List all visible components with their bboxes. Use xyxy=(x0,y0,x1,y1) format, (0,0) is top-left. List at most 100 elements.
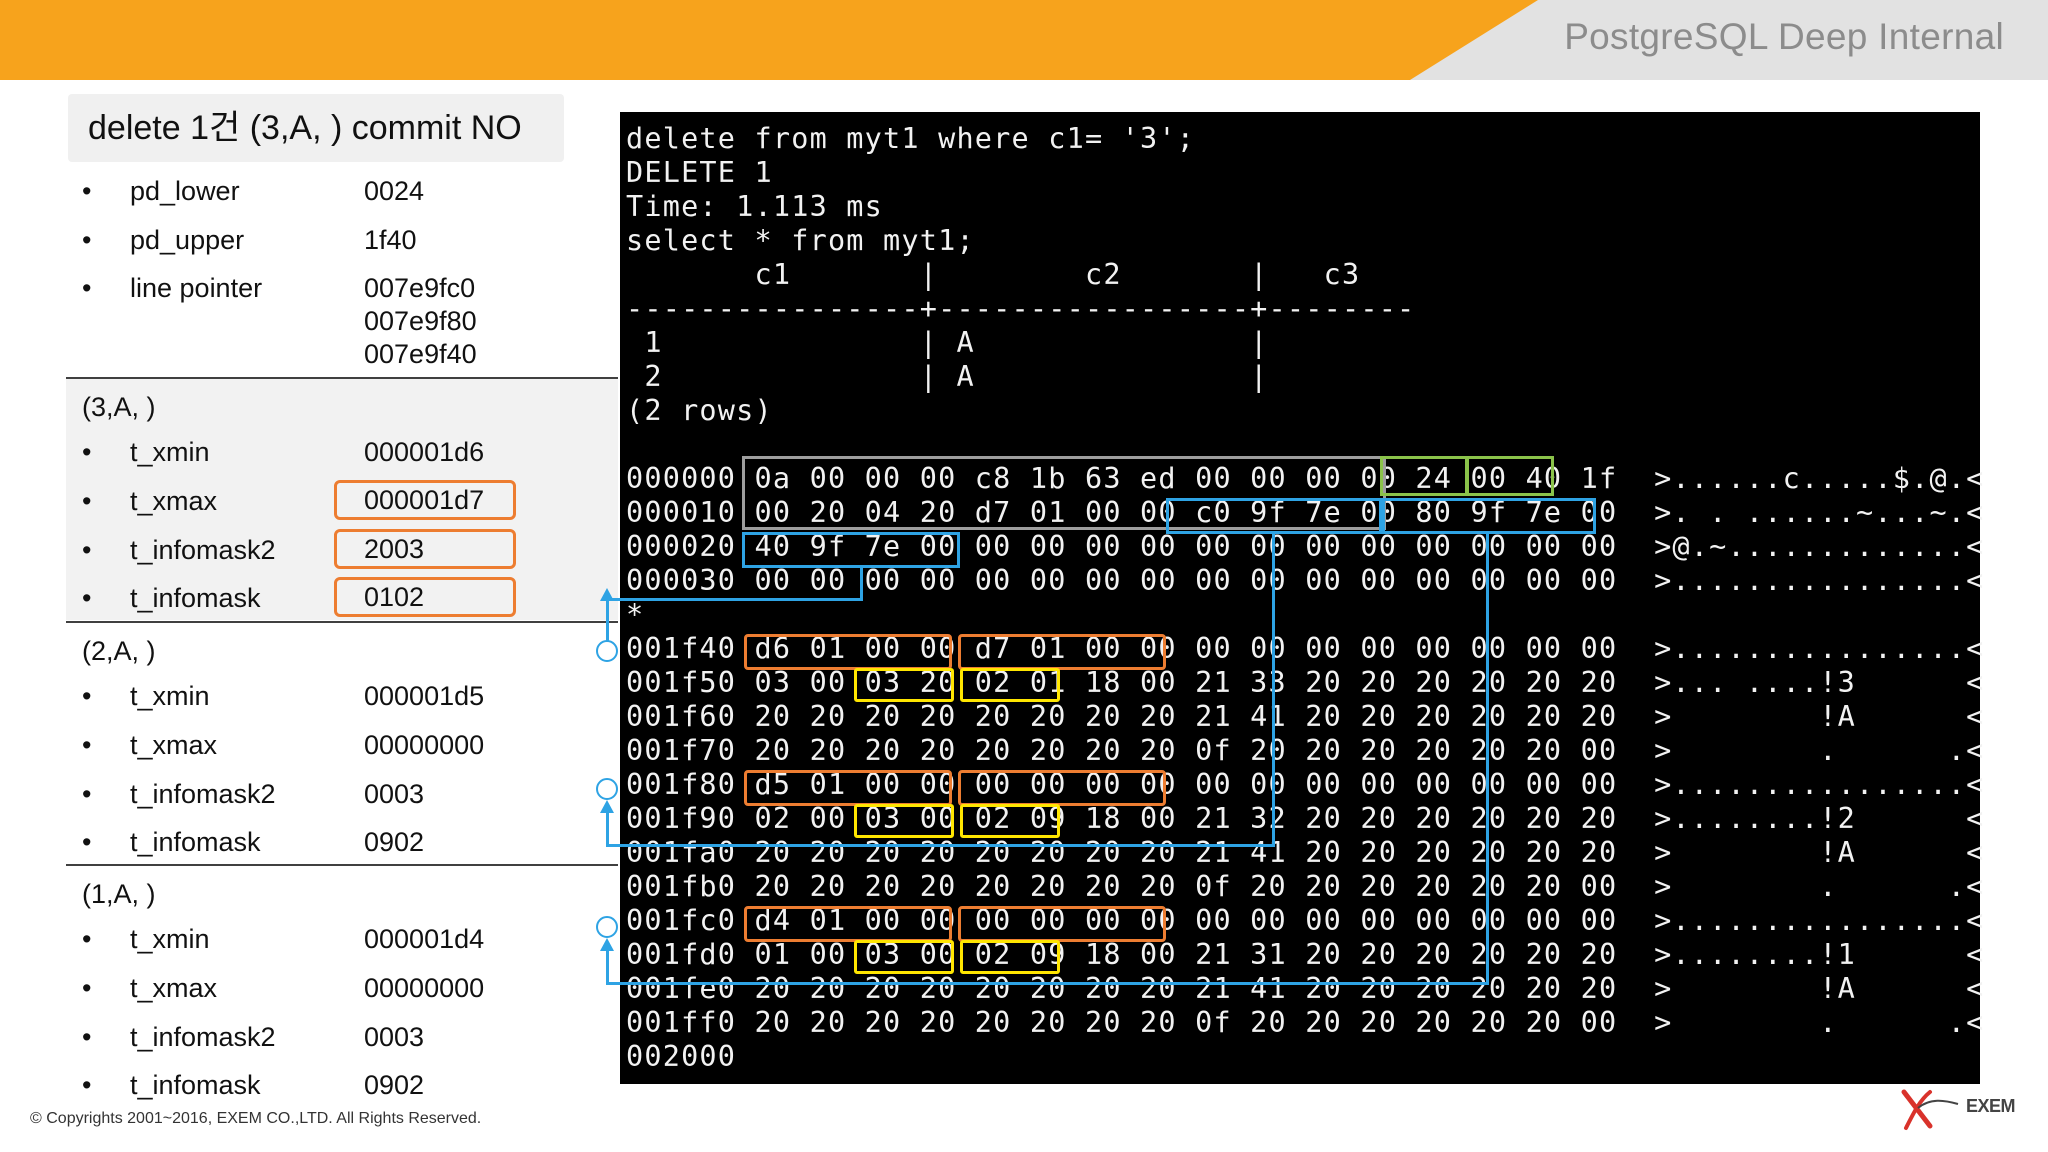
bullet: • xyxy=(82,225,92,255)
terminal-line: DELETE 1 xyxy=(626,156,773,189)
row-label: pd_upper xyxy=(130,225,245,255)
line-pointer-value-3: 007e9f40 xyxy=(364,339,477,369)
tuple-3-head: (3,A, ) xyxy=(66,374,618,434)
hex-line: 001f80 d5 01 00 00 00 00 00 00 00 00 00 … xyxy=(626,768,1985,801)
row-label: t_infomask2 xyxy=(130,535,276,565)
pointer-arrow-icon xyxy=(600,588,614,601)
hex-line: 001f90 02 00 03 00 02 09 18 00 21 32 20 … xyxy=(626,802,1985,835)
highlighted-value: 2003 xyxy=(334,529,516,569)
hex-line: 000010 00 20 04 20 d7 01 00 00 c0 9f 7e … xyxy=(626,496,1985,529)
terminal-window: delete from myt1 where c1= '3'; DELETE 1… xyxy=(606,112,1983,1084)
row-value: 0024 xyxy=(364,176,425,206)
bullet: • xyxy=(82,827,92,857)
case-title: delete 1건 (3,A, ) commit NO xyxy=(68,94,564,162)
bullet: • xyxy=(82,176,92,206)
row-label: t_infomask xyxy=(130,1070,261,1100)
row-label: pd_lower xyxy=(130,176,240,206)
terminal-line: (2 rows) xyxy=(626,394,773,427)
bullet: • xyxy=(82,535,92,565)
hex-line: 001f50 03 00 03 20 02 01 18 00 21 33 20 … xyxy=(626,666,1985,699)
line-pointer-value-1: 007e9fc0 xyxy=(364,273,476,303)
row-value: 000001d4 xyxy=(364,924,485,954)
row-value: 000001d5 xyxy=(364,681,485,711)
row-label: t_infomask2 xyxy=(130,1022,276,1052)
hex-line: 001f60 20 20 20 20 20 20 20 20 21 41 20 … xyxy=(626,700,1985,733)
row-label: t_xmin xyxy=(130,924,210,954)
highlighted-value: 000001d7 xyxy=(334,480,516,520)
terminal-line: 2 | A | xyxy=(626,360,1269,393)
tuple-3-xmax-row: • t_xmax 000001d7 xyxy=(66,480,618,535)
pointer-line xyxy=(606,844,1275,847)
terminal-line: ----------------+-----------------+-----… xyxy=(626,292,1416,325)
terminal-line: c1 | c2 | c3 xyxy=(626,258,1361,291)
copyright-footer: © Copyrights 2001~2016, EXEM CO.,LTD. Al… xyxy=(30,1110,482,1127)
pointer-target-icon xyxy=(596,916,618,938)
hex-line: 000000 0a 00 00 00 c8 1b 63 ed 00 00 00 … xyxy=(626,462,1985,495)
row-label: t_xmax xyxy=(130,486,218,516)
row-value: 0003 xyxy=(364,779,425,809)
slide-title: PostgreSQL Deep Internal xyxy=(1564,16,2004,57)
terminal-line: Time: 1.113 ms xyxy=(626,190,884,223)
bullet: • xyxy=(82,437,92,467)
tuple-1-xmin-row: • t_xmin 000001d4 xyxy=(66,924,618,973)
row-label: t_infomask xyxy=(130,583,261,613)
row-label: line pointer xyxy=(130,273,263,303)
line-pointer-row: • line pointer 007e9fc0 007e9f80 007e9f4… xyxy=(66,273,618,383)
tuple-2-infomask2-row: • t_infomask2 0003 xyxy=(66,779,618,828)
pointer-line xyxy=(606,598,863,601)
bullet: • xyxy=(82,273,92,303)
tuple-1-infomask2-row: • t_infomask2 0003 xyxy=(66,1022,618,1071)
bullet: • xyxy=(82,486,92,516)
exem-logo-text: EXEM xyxy=(1966,1096,2016,1116)
hex-line: 001fc0 d4 01 00 00 00 00 00 00 00 00 00 … xyxy=(626,904,1985,937)
row-label: t_infomask xyxy=(130,827,261,857)
tuple-name: (3,A, ) xyxy=(82,392,156,422)
pointer-target-icon xyxy=(596,640,618,662)
bullet: • xyxy=(82,973,92,1003)
row-label: t_xmax xyxy=(130,730,218,760)
hex-line: 001ff0 20 20 20 20 20 20 20 20 0f 20 20 … xyxy=(626,1006,1985,1039)
tuple-2-xmax-row: • t_xmax 00000000 xyxy=(66,730,618,779)
row-value: 0902 xyxy=(364,1070,425,1100)
hex-line: 001fe0 20 20 20 20 20 20 20 20 21 41 20 … xyxy=(626,972,1985,1005)
tuple-name: (1,A, ) xyxy=(82,879,156,909)
hex-line: * xyxy=(626,598,645,631)
row-value: 0902 xyxy=(364,827,425,857)
pointer-line xyxy=(860,566,863,600)
bullet: • xyxy=(82,779,92,809)
bullet: • xyxy=(82,583,92,613)
pd-lower-row: • pd_lower 0024 xyxy=(66,176,618,225)
terminal-line: 1 | A | xyxy=(626,326,1269,359)
bullet: • xyxy=(82,924,92,954)
pointer-line xyxy=(1272,532,1275,846)
hex-line: 001fd0 01 00 03 00 02 09 18 00 21 31 20 … xyxy=(626,938,1985,971)
hex-line: 001f70 20 20 20 20 20 20 20 20 0f 20 20 … xyxy=(626,734,1985,767)
terminal-line: select * from myt1; xyxy=(626,224,975,257)
pointer-line xyxy=(606,982,1489,985)
row-value: 00000000 xyxy=(364,973,485,1003)
tuple-1-head: (1,A, ) xyxy=(66,861,618,921)
tuple-3-xmin-row: • t_xmin 000001d6 xyxy=(66,437,618,486)
tuple-2-xmin-row: • t_xmin 000001d5 xyxy=(66,681,618,730)
hex-line: 001fa0 20 20 20 20 20 20 20 20 21 41 20 … xyxy=(626,836,1985,869)
row-value: 0003 xyxy=(364,1022,425,1052)
pointer-line xyxy=(606,812,609,846)
tuple-1-xmax-row: • t_xmax 00000000 xyxy=(66,973,618,1022)
terminal-line: delete from myt1 where c1= '3'; xyxy=(626,122,1196,155)
hex-line: 000020 40 9f 7e 00 00 00 00 00 00 00 00 … xyxy=(626,530,1985,563)
hex-line: 002000 xyxy=(626,1040,737,1073)
row-label: t_xmin xyxy=(130,437,210,467)
highlighted-value: 0102 xyxy=(334,577,516,617)
row-label: t_xmax xyxy=(130,973,218,1003)
bullet: • xyxy=(82,1022,92,1052)
pointer-target-icon xyxy=(596,778,618,800)
bullet: • xyxy=(82,681,92,711)
row-value: 00000000 xyxy=(364,730,485,760)
row-value: 1f40 xyxy=(364,225,417,255)
hex-line: 001f40 d6 01 00 00 d7 01 00 00 00 00 00 … xyxy=(626,632,1985,665)
tuple-2-head: (2,A, ) xyxy=(66,618,618,678)
row-label: t_xmin xyxy=(130,681,210,711)
pointer-line xyxy=(1486,532,1489,984)
row-label: t_infomask2 xyxy=(130,779,276,809)
pd-upper-row: • pd_upper 1f40 xyxy=(66,225,618,274)
